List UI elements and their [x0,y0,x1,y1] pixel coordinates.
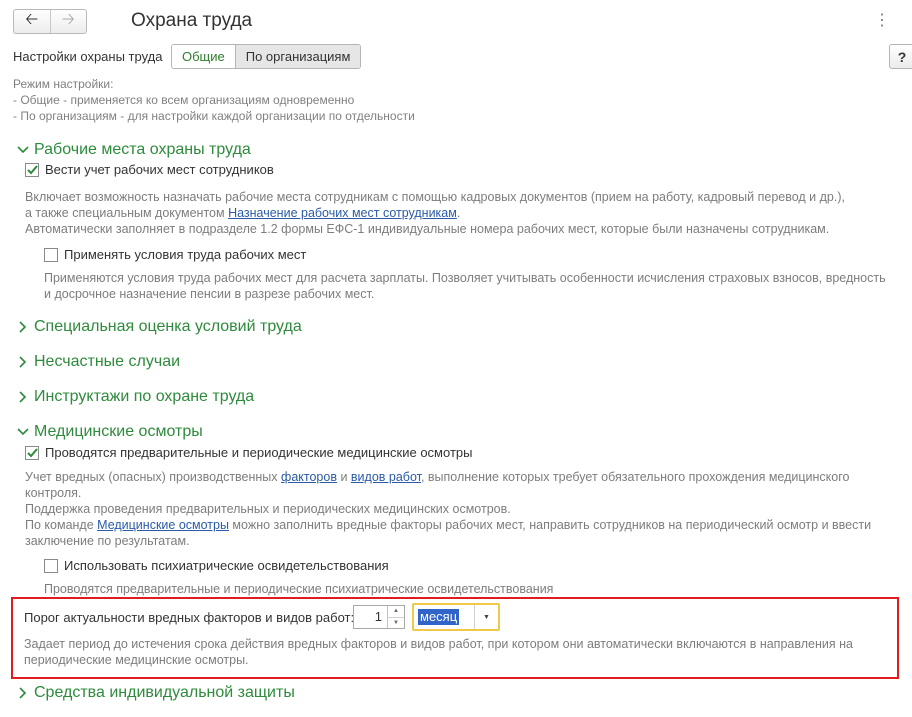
work-types-link[interactable]: видов работ [351,470,421,484]
section-workplaces[interactable]: Рабочие места охраны труда [16,141,251,159]
section-briefings[interactable]: Инструктажи по охране труда [16,388,254,406]
threshold-unit-select[interactable]: месяц ▼ [412,603,500,631]
spinner-arrows: ▲ ▼ [387,606,404,628]
mode-option-general[interactable]: Общие [172,45,236,68]
psych-desc: Проводятся предварительные и периодическ… [44,582,554,596]
conditions-checkbox[interactable] [44,247,58,262]
mode-note-line1: - Общие - применяется ко всем организаци… [13,93,355,107]
spinner-up-icon[interactable]: ▲ [388,606,404,618]
window-title: Охрана труда [131,10,253,31]
medical-desc-line5: заключение по результатам. [25,534,190,548]
medical-desc-line4-prefix: По команде [25,518,98,532]
mode-note-title: Режим настройки: [13,77,114,91]
psych-checkbox[interactable] [44,558,58,573]
section-accidents[interactable]: Несчастные случаи [16,353,180,371]
threshold-value[interactable]: 1 [354,606,387,628]
medical-checkbox-row[interactable]: Проводятся предварительные и периодическ… [25,445,472,460]
chevron-down-icon [16,143,30,157]
section-title: Специальная оценка условий труда [34,318,302,335]
workplaces-desc-line1: Включает возможность назначать рабочие м… [25,190,845,204]
chevron-down-icon [16,425,30,439]
section-title: Несчастные случаи [34,353,181,370]
threshold-number-input[interactable]: 1 ▲ ▼ [353,605,405,629]
chevron-right-icon [16,355,30,369]
vertical-ellipsis-icon[interactable]: ⋮ [874,10,890,30]
mode-note-line2: - По организациям - для настройки каждой… [13,109,415,123]
threshold-desc-line2: периодические медицинские осмотры. [24,653,249,667]
section-medical[interactable]: Медицинские осмотры [16,423,203,441]
medical-desc-line1: Учет вредных (опасных) производственных … [25,469,849,485]
medical-desc-line1-mid: и [336,470,351,484]
psych-checkbox-row[interactable]: Использовать психиатрические освидетельс… [44,558,389,573]
chevron-right-icon [16,686,30,700]
medical-exams-link[interactable]: Медицинские осмотры [97,518,229,532]
medical-desc-line2: контроля. [25,486,82,500]
workplaces-desc-line2: а также специальным документом Назначени… [25,205,460,221]
conditions-desc-line1: Применяются условия труда рабочих мест д… [44,271,886,285]
conditions-checkbox-row[interactable]: Применять условия труда рабочих мест [44,247,306,262]
chevron-right-icon [16,390,30,404]
psych-checkbox-label: Использовать психиатрические освидетельс… [64,558,389,573]
mode-option-by-organization[interactable]: По организациям [235,45,361,68]
chevron-right-icon [16,320,30,334]
workplaces-desc-line2-prefix: а также специальным документом [25,206,229,220]
arrow-right-icon: 🡢 [61,11,75,28]
workplaces-desc-line2-suffix: . [456,206,461,220]
conditions-checkbox-label: Применять условия труда рабочих мест [64,247,307,262]
workplaces-checkbox-row[interactable]: Вести учет рабочих мест сотрудников [25,162,274,177]
section-title: Средства индивидуальной защиты [34,684,295,701]
threshold-unit-text: месяц [418,609,460,625]
threshold-label: Порог актуальности вредных факторов и ви… [24,610,355,625]
section-title: Медицинские осмотры [34,423,203,440]
medical-checkbox[interactable] [25,445,39,460]
medical-desc-line1-prefix: Учет вредных (опасных) производственных [25,470,282,484]
threshold-unit-value[interactable]: месяц [414,605,474,629]
medical-desc-line4: По команде Медицинские осмотры можно зап… [25,517,871,533]
workplaces-desc-line3: Автоматически заполняет в подразделе 1.2… [25,222,830,236]
arrow-left-icon: 🡠 [25,11,39,28]
section-ppe[interactable]: Средства индивидуальной защиты [16,684,295,702]
dropdown-arrow-icon[interactable]: ▼ [474,605,498,629]
workplaces-checkbox[interactable] [25,162,39,177]
medical-desc-line4-suffix: можно заполнить вредные факторы рабочих … [228,518,872,532]
help-button[interactable]: ? [889,44,912,69]
threshold-desc-line1: Задает период до истечения срока действи… [24,637,853,651]
forward-button[interactable]: 🡢 [51,10,87,33]
medical-desc-line1-suffix: , выполнение которых требует обязательно… [420,470,850,484]
spinner-down-icon[interactable]: ▼ [388,618,404,629]
mode-switch: Общие По организациям [171,44,362,69]
navigation-buttons: 🡠 🡢 [13,9,87,34]
section-special-assessment[interactable]: Специальная оценка условий труда [16,318,302,336]
medical-checkbox-label: Проводятся предварительные и периодическ… [45,445,473,460]
section-title: Инструктажи по охране труда [34,388,255,405]
back-button[interactable]: 🡠 [14,10,51,33]
conditions-desc-line2: и досрочное назначение пенсии в разрезе … [44,287,375,301]
workplaces-checkbox-label: Вести учет рабочих мест сотрудников [45,162,274,177]
mode-label: Настройки охраны труда [13,49,163,64]
medical-desc-line3: Поддержка проведения предварительных и п… [25,502,511,516]
workplace-assignment-link[interactable]: Назначение рабочих мест сотрудникам [228,206,457,220]
factors-link[interactable]: факторов [281,470,337,484]
section-title: Рабочие места охраны труда [34,141,251,158]
